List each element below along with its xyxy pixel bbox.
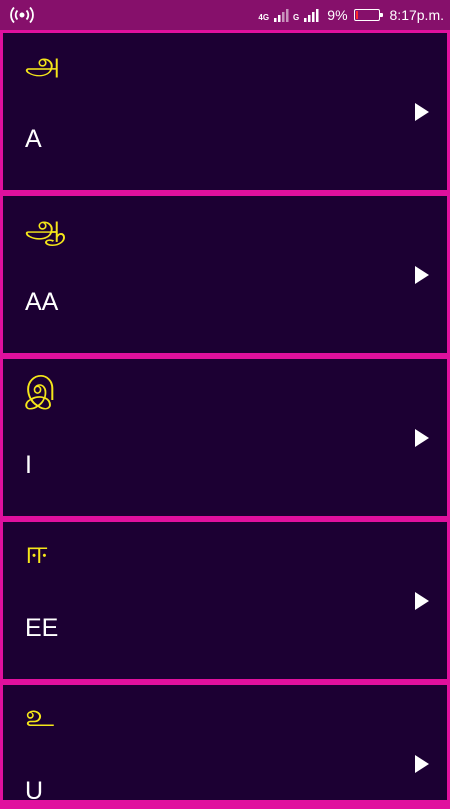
status-indicators: 4G G 9% 8:17p.m. <box>258 0 444 30</box>
transliteration: AA <box>25 288 59 316</box>
clock: 8:17p.m. <box>389 7 444 23</box>
letter-card[interactable]: ஈ EE <box>3 522 447 679</box>
play-icon[interactable] <box>415 592 429 610</box>
sim2-network-label: G <box>293 12 300 22</box>
tamil-letter: ஆ <box>25 207 66 245</box>
letter-card[interactable]: உ U <box>3 685 447 805</box>
status-bar: 4G G 9% 8:17p.m. <box>0 0 450 30</box>
transliteration: EE <box>25 614 59 642</box>
play-icon[interactable] <box>415 755 429 773</box>
signal-strength-2-icon <box>304 9 319 22</box>
letter-card[interactable]: இ I <box>3 359 447 516</box>
play-icon[interactable] <box>415 103 429 121</box>
battery-percent: 9% <box>327 7 348 23</box>
play-icon[interactable] <box>415 429 429 447</box>
tamil-letter: உ <box>25 696 55 734</box>
letter-card[interactable]: ஆ AA <box>3 196 447 353</box>
battery-level <box>355 11 358 19</box>
transliteration: U <box>25 777 44 805</box>
transliteration: I <box>25 451 32 479</box>
wifi-hotspot-icon <box>10 6 34 24</box>
letter-card[interactable]: அ A <box>3 33 447 190</box>
tamil-letter: ஈ <box>25 533 48 571</box>
battery-icon <box>353 9 383 21</box>
transliteration: A <box>25 125 42 153</box>
tamil-letter: இ <box>25 370 57 408</box>
play-icon[interactable] <box>415 266 429 284</box>
tamil-letter: அ <box>25 44 61 82</box>
signal-strength-icon <box>274 9 289 22</box>
network-type-label: 4G <box>258 12 270 22</box>
